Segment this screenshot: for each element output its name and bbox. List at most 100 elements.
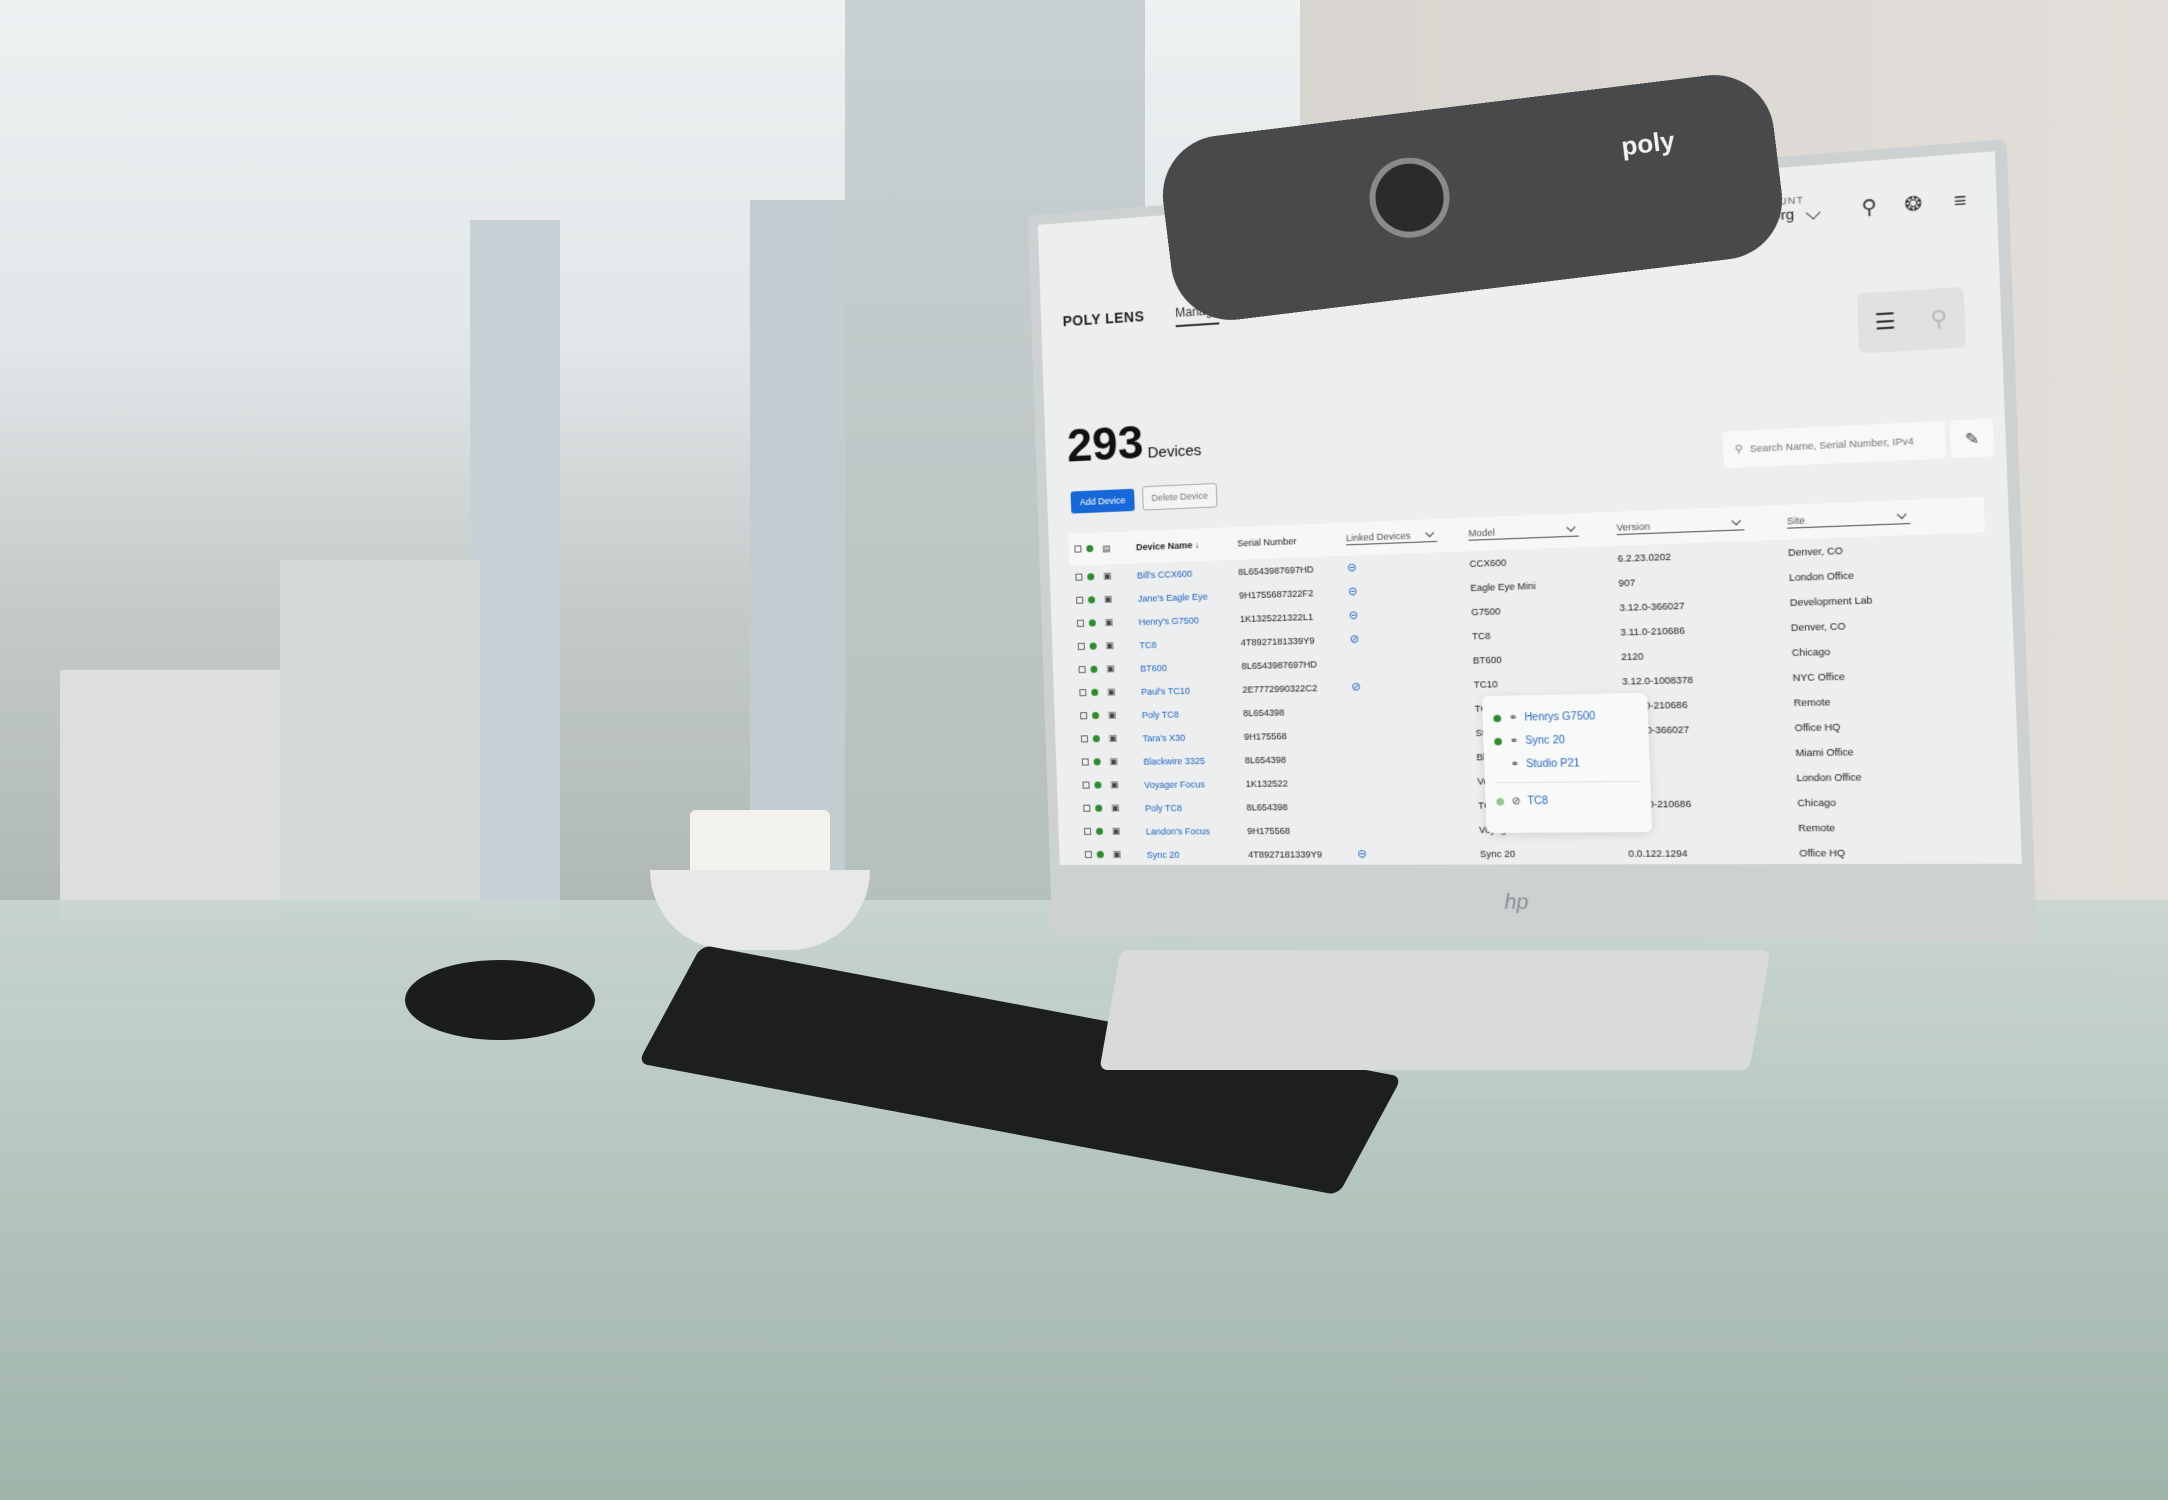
device-name-link[interactable]: Bill's CCX600: [1137, 566, 1239, 580]
device-type-icon: ▣: [1111, 825, 1121, 836]
header-label: Model: [1468, 527, 1496, 539]
chevron-down-icon: [1896, 509, 1907, 520]
site: Chicago: [1791, 645, 1831, 658]
version: 713: [1627, 822, 1798, 834]
device-type-icon: ▣: [1106, 663, 1115, 674]
link-icon[interactable]: ⊝: [1348, 581, 1471, 598]
search-box: ⚲: [1722, 420, 1947, 469]
status-dot: [1494, 737, 1503, 745]
row-checkbox[interactable]: [1079, 849, 1097, 859]
link-icon[interactable]: ⊝: [1357, 847, 1480, 860]
building: [280, 560, 480, 910]
row-checkbox[interactable]: [1071, 618, 1089, 629]
chevron-down-icon: [1730, 516, 1741, 526]
unlink-icon[interactable]: ⊘: [1349, 629, 1472, 646]
link-icon[interactable]: ⊝: [1347, 557, 1470, 575]
site: Chicago: [1797, 796, 1837, 808]
site: Office HQ: [1799, 847, 1846, 859]
row-checkbox[interactable]: [1074, 711, 1092, 721]
row-checkbox[interactable]: [1075, 734, 1093, 744]
version: 3.11.0-210686: [1622, 698, 1688, 711]
model: Eagle Eye Mini: [1470, 580, 1536, 593]
row-checkbox[interactable]: [1076, 757, 1094, 767]
row-checkbox[interactable]: [1072, 641, 1090, 652]
row-checkbox[interactable]: [1073, 687, 1091, 697]
serial-number: 2E7772990322C2: [1242, 682, 1318, 695]
chevron-down-icon: [1566, 522, 1576, 532]
model: BT600: [1472, 654, 1502, 666]
device-type-icon: ▣: [1103, 593, 1113, 604]
serial-number: 4T8927181339Y9: [1247, 848, 1323, 860]
row-checkbox[interactable]: [1076, 780, 1094, 790]
serial-number: 1K132522: [1245, 777, 1289, 789]
device-name-link[interactable]: Tara's X30: [1142, 731, 1244, 743]
globe-icon[interactable]: ❂: [1904, 192, 1923, 216]
model: Sync 20: [1479, 848, 1516, 859]
status-dot: [1093, 757, 1109, 767]
header-linked-devices[interactable]: Linked Devices: [1345, 528, 1469, 546]
status-dot: [1088, 618, 1105, 629]
header-device-name[interactable]: Device Name ↓: [1136, 538, 1238, 553]
laptop: [1099, 950, 1771, 1070]
serial-number: 8L654398: [1244, 754, 1287, 765]
linked-devices-empty: [1353, 733, 1476, 735]
chevron-down-icon: [1805, 205, 1821, 220]
device-name-link[interactable]: Poly TC8: [1142, 708, 1244, 720]
linked-device-item[interactable]: ⚭ Henrys G7500: [1493, 704, 1637, 730]
version: 907: [1618, 576, 1636, 589]
device-name-link[interactable]: Blackwire 3325: [1143, 755, 1245, 766]
delete-device-button[interactable]: Delete Device: [1141, 482, 1218, 511]
row-checkbox[interactable]: [1070, 595, 1088, 606]
device-type-icon: ▣: [1104, 616, 1114, 628]
table-row[interactable]: ▣ Sync 20 4T8927181339Y9 ⊝ Sync 20 0.0.122.12…: [1079, 839, 1998, 865]
version: 212: [1625, 747, 1796, 760]
search-input[interactable]: [1749, 434, 1938, 455]
row-checkbox[interactable]: [1069, 572, 1087, 583]
device-name-link[interactable]: Henry's G7500: [1138, 613, 1240, 627]
status-dot: [1095, 803, 1111, 813]
status-header: [1086, 544, 1102, 555]
device-type-icon: ▣: [1106, 686, 1116, 697]
list-view-icon[interactable]: ☰: [1874, 308, 1896, 337]
device-type-icon: ▣: [1105, 639, 1115, 651]
serial-number: 8L654398: [1242, 706, 1285, 718]
version: 3.12.0-366027: [1623, 723, 1690, 736]
device-count-label: Devices: [1147, 441, 1202, 462]
device-type-icon: ▣: [1112, 848, 1122, 860]
linked-devices-popup: ⚭ Henrys G7500 ⚭ Sync 20 ⚭ Studio P21 ⊘ TC8: [1481, 692, 1653, 833]
link-icon[interactable]: ⊝: [1349, 605, 1472, 622]
unlink-icon[interactable]: ⊘: [1351, 677, 1474, 694]
device-name-link[interactable]: Paul's TC10: [1141, 684, 1243, 696]
device-name-link[interactable]: Landon's Focus: [1146, 825, 1248, 837]
device-name-link[interactable]: Sync 20: [1146, 849, 1248, 859]
select-all-checkbox[interactable]: [1068, 544, 1086, 555]
glass-desk: [0, 900, 2168, 1500]
map-pin-icon[interactable]: ⚲: [1930, 304, 1949, 333]
add-device-button[interactable]: Add Device: [1070, 488, 1135, 514]
row-checkbox[interactable]: [1078, 826, 1096, 836]
edit-button[interactable]: ✎: [1949, 418, 1995, 459]
device-name-link[interactable]: Poly TC8: [1145, 802, 1247, 812]
device-name-link[interactable]: Jane's Eagle Eye: [1138, 590, 1240, 603]
sort-down-icon: ↓: [1194, 539, 1200, 551]
header-site[interactable]: Site: [1786, 509, 1952, 529]
header-version[interactable]: Version: [1616, 516, 1787, 536]
device-name-link[interactable]: BT600: [1140, 661, 1242, 673]
linked-device-item[interactable]: ⚭ Sync 20: [1494, 727, 1638, 753]
linked-device-item[interactable]: ⚭ Studio P21: [1495, 751, 1639, 776]
model: TC10: [1473, 678, 1498, 690]
header-label: Version: [1616, 521, 1651, 534]
serial-number: 4T8927181339Y9: [1240, 634, 1315, 648]
device-name-link[interactable]: Voyager Focus: [1144, 778, 1246, 790]
device-type-icon: ▣: [1110, 779, 1119, 790]
menu-icon[interactable]: ≡: [1953, 189, 1967, 213]
row-checkbox[interactable]: [1077, 803, 1095, 813]
version: 0.0.122.1294: [1628, 847, 1688, 859]
device-name-link[interactable]: TC8: [1139, 637, 1241, 650]
header-model[interactable]: Model: [1468, 522, 1617, 541]
unlinked-device-item[interactable]: ⊘ TC8: [1496, 788, 1640, 813]
search-icon[interactable]: ⚲: [1861, 196, 1877, 220]
site: Development Lab: [1789, 594, 1873, 608]
computer-mouse: [405, 960, 595, 1040]
row-checkbox[interactable]: [1073, 664, 1091, 674]
